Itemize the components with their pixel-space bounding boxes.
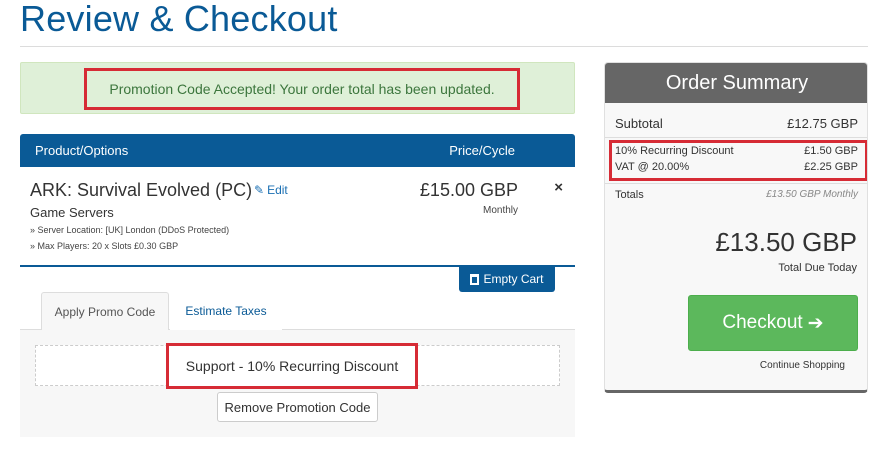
product-name: ARK: Survival Evolved (PC) xyxy=(30,180,253,200)
total-due-amount: £13.50 GBP xyxy=(715,227,857,257)
order-summary-panel: Order Summary Subtotal £12.75 GBP 10% Re… xyxy=(604,62,868,393)
empty-cart-button[interactable]: Empty Cart xyxy=(459,266,555,292)
remove-item-icon[interactable]: × xyxy=(554,179,563,196)
cart-table-header: Product/Options Price/Cycle xyxy=(20,134,575,167)
summary-divider xyxy=(605,183,867,184)
vat-value: £2.25 GBP xyxy=(804,161,858,173)
product-option: » Server Location: [UK] London (DDoS Pro… xyxy=(30,225,230,235)
vat-row: VAT @ 20.00% £2.25 GBP xyxy=(615,161,858,173)
header-product-options: Product/Options xyxy=(35,143,129,158)
empty-cart-label: Empty Cart xyxy=(483,272,544,286)
trash-icon xyxy=(470,273,480,285)
product-option: » Max Players: 20 x Slots £0.30 GBP xyxy=(30,241,179,251)
remove-promo-code-button[interactable]: Remove Promotion Code xyxy=(217,392,378,422)
tab-apply-promo-code[interactable]: Apply Promo Code xyxy=(41,292,169,330)
product-group: Game Servers xyxy=(30,205,114,220)
title-divider xyxy=(20,46,868,47)
edit-label: Edit xyxy=(267,183,288,197)
checkout-label: Checkout xyxy=(722,312,803,333)
totals-label: Totals xyxy=(615,189,644,201)
subtotal-row: Subtotal £12.75 GBP xyxy=(615,116,858,131)
page-title: Review & Checkout xyxy=(20,0,338,39)
continue-shopping-link[interactable]: Continue Shopping xyxy=(760,360,845,371)
cart-item-row: ARK: Survival Evolved (PC) ✎ Edit Game Se… xyxy=(20,167,575,265)
total-due-label: Total Due Today xyxy=(778,262,857,274)
billing-cycle: Monthly xyxy=(482,205,518,216)
summary-divider xyxy=(605,137,867,138)
order-summary-title: Order Summary xyxy=(605,63,867,103)
applied-promo-code: Support - 10% Recurring Discount xyxy=(166,343,418,389)
discount-value: £1.50 GBP xyxy=(804,145,858,157)
header-price-cycle: Price/Cycle xyxy=(449,143,515,158)
discount-row: 10% Recurring Discount £1.50 GBP xyxy=(615,145,858,157)
pencil-icon: ✎ xyxy=(254,183,265,197)
edit-product-link[interactable]: ✎ Edit xyxy=(254,183,288,197)
subtotal-value: £12.75 GBP xyxy=(787,116,858,131)
vat-label: VAT @ 20.00% xyxy=(615,161,690,173)
arrow-right-icon: ➔ xyxy=(807,312,824,334)
checkout-button[interactable]: Checkout ➔ xyxy=(688,295,858,351)
subtotal-label: Subtotal xyxy=(615,116,663,131)
totals-value: £13.50 GBP Monthly xyxy=(766,189,858,200)
product-price: £15.00 GBP xyxy=(419,180,518,200)
tab-estimate-taxes[interactable]: Estimate Taxes xyxy=(170,292,282,330)
discount-label: 10% Recurring Discount xyxy=(615,145,734,157)
totals-row: Totals £13.50 GBP Monthly xyxy=(615,189,858,201)
alert-message: Promotion Code Accepted! Your order tota… xyxy=(84,68,520,110)
